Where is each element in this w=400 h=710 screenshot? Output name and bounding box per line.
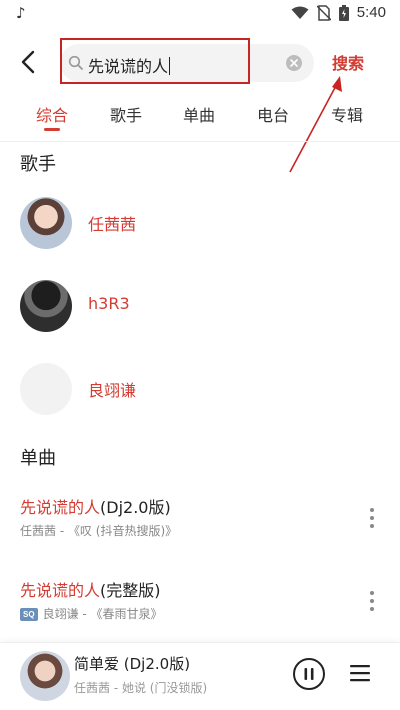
- music-note-icon: ♪: [16, 4, 26, 22]
- no-sim-icon: [316, 4, 331, 21]
- artist-name: 任茜茜: [88, 215, 137, 234]
- song-row[interactable]: 先说谎的人(Dj2.0版) 任茜茜 - 《叹 (抖音热搜版)》: [20, 494, 380, 542]
- playlist-icon[interactable]: [348, 661, 372, 685]
- song-row[interactable]: 先说谎的人(完整版) SQ 良翊谦 - 《春雨甘泉》: [20, 577, 380, 625]
- album-cover: [20, 651, 70, 701]
- quality-badge: SQ: [20, 608, 38, 621]
- tab-artists[interactable]: 歌手: [110, 102, 142, 126]
- status-bar: ♪ 5:40: [0, 0, 400, 28]
- song-subtitle: 任茜茜 - 《叹 (抖音热搜版)》: [20, 524, 178, 538]
- avatar: [20, 363, 72, 415]
- artist-name: h3R3: [88, 294, 130, 313]
- song-subtitle: SQ 良翊谦 - 《春雨甘泉》: [20, 605, 163, 622]
- avatar: [20, 280, 72, 332]
- active-tab-indicator: [44, 128, 60, 131]
- tab-albums[interactable]: 专辑: [331, 102, 363, 126]
- player-song-subtitle: 任茜茜 - 她说 (门没锁版): [74, 681, 208, 695]
- song-title-highlight: 先说谎的人: [20, 498, 101, 517]
- clock: 5:40: [356, 4, 386, 21]
- song-title-highlight: 先说谎的人: [20, 581, 101, 600]
- mini-player[interactable]: 简单爱 (Dj2.0版) 任茜茜 - 她说 (门没锁版): [0, 642, 400, 710]
- pause-icon[interactable]: [292, 657, 326, 691]
- annotation-highlight-box: [60, 38, 250, 84]
- section-title-artists: 歌手: [20, 154, 56, 175]
- section-title-songs: 单曲: [20, 448, 56, 469]
- song-title-rest: (完整版): [100, 581, 161, 600]
- artist-name: 良翊谦: [88, 381, 137, 400]
- song-title: 先说谎的人(完整版): [20, 577, 161, 601]
- more-options-icon[interactable]: [364, 587, 380, 615]
- avatar: [20, 197, 72, 249]
- player-song-title: 简单爱 (Dj2.0版): [74, 655, 191, 673]
- tab-radio[interactable]: 电台: [257, 102, 289, 126]
- artist-row[interactable]: h3R3: [20, 280, 380, 332]
- artist-row[interactable]: 任茜茜: [20, 197, 380, 249]
- wifi-icon: [291, 6, 309, 19]
- result-tabs: 综合 歌手 单曲 电台 专辑: [0, 98, 400, 138]
- song-subtitle-text: 良翊谦 - 《春雨甘泉》: [42, 607, 163, 621]
- tab-all[interactable]: 综合: [36, 102, 68, 126]
- song-title: 先说谎的人(Dj2.0版): [20, 494, 171, 518]
- clear-icon[interactable]: [286, 55, 302, 71]
- song-title-rest: (Dj2.0版): [100, 498, 171, 517]
- more-options-icon[interactable]: [364, 504, 380, 532]
- divider: [0, 141, 400, 142]
- back-arrow-icon: [21, 50, 35, 74]
- status-icons: 5:40: [291, 4, 386, 21]
- battery-icon: [338, 4, 349, 21]
- back-button[interactable]: [14, 46, 42, 78]
- tab-songs[interactable]: 单曲: [183, 102, 215, 126]
- artist-row[interactable]: 良翊谦: [20, 363, 380, 415]
